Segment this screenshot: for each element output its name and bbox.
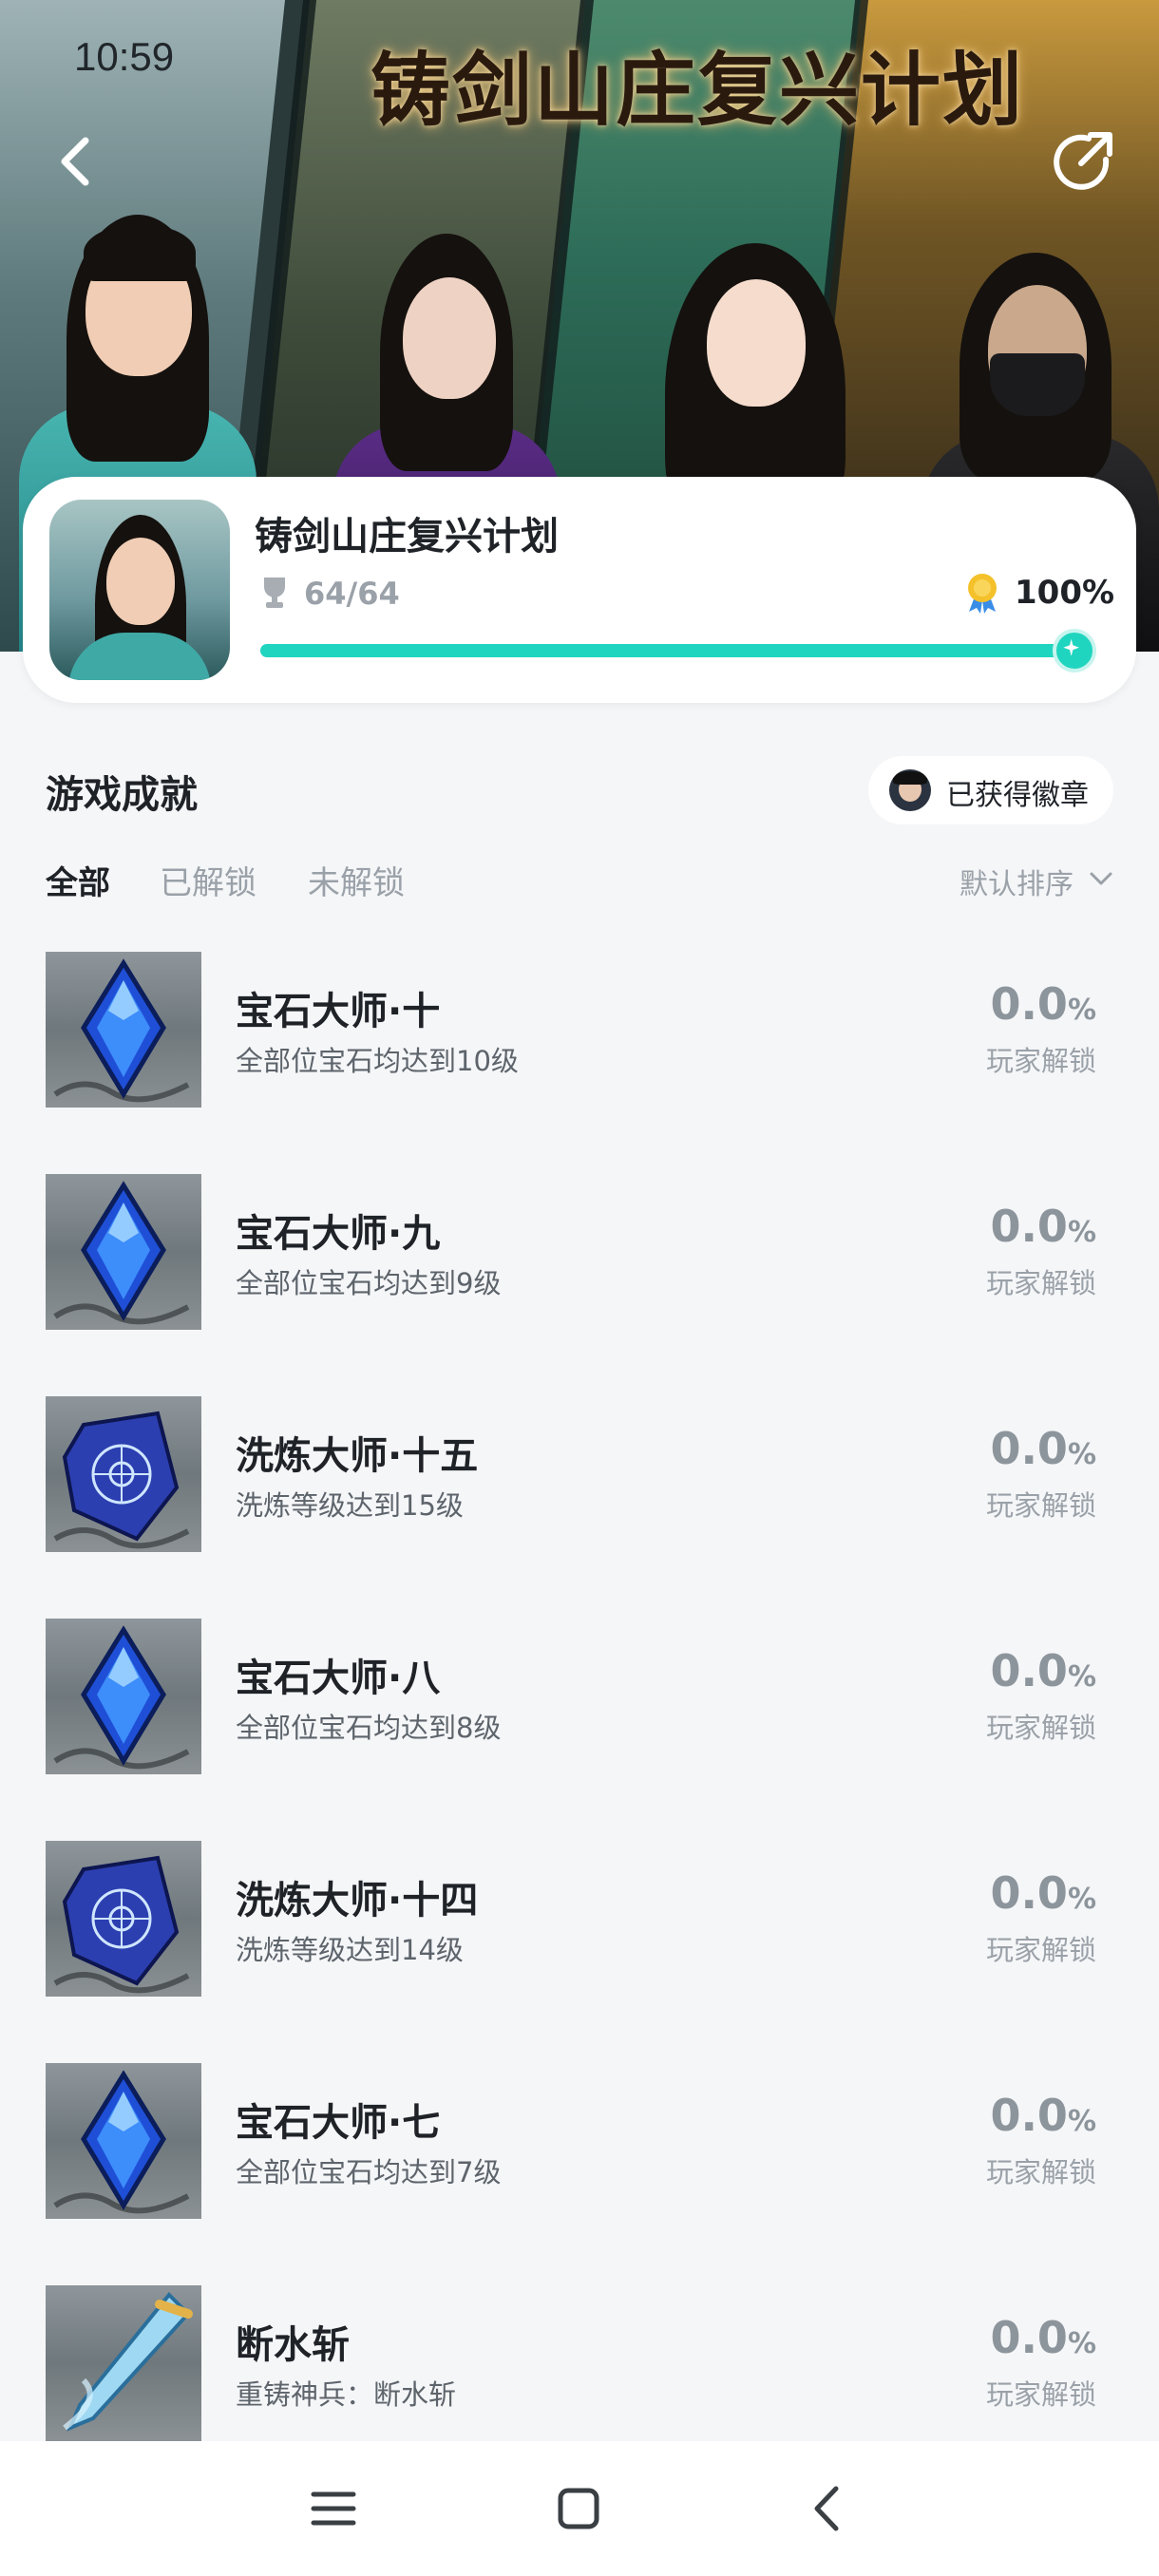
chevron-down-icon[interactable] (1089, 868, 1113, 889)
menu-icon[interactable] (300, 2475, 367, 2542)
unlock-rate: 0.0% (990, 2312, 1096, 2363)
achievement-item[interactable]: 洗炼大师·十五 洗炼等级达到15级 0.0% 玩家解锁 (0, 1396, 1159, 1586)
system-nav-bar (0, 2441, 1159, 2576)
achievement-item[interactable]: 断水斩 重铸神兵：断水斩 0.0% 玩家解锁 (0, 2285, 1159, 2441)
achievement-title: 洗炼大师·十四 (236, 1879, 479, 1923)
unlock-rate: 0.0% (990, 2090, 1096, 2141)
badge-avatar-icon (889, 769, 931, 811)
achievement-desc: 重铸神兵：断水斩 (236, 2378, 457, 2411)
rune-crystal-icon (46, 1841, 201, 1997)
achievement-title: 宝石大师·九 (236, 1212, 441, 1256)
section-title: 游戏成就 (46, 773, 198, 817)
unlock-rate: 0.0% (990, 978, 1096, 1030)
medal-icon (968, 574, 997, 614)
unlock-rate: 0.0% (990, 1645, 1096, 1696)
unlock-rate: 0.0% (990, 1201, 1096, 1252)
earned-badges-label: 已获得徽章 (946, 779, 1089, 812)
achievement-title: 宝石大师·八 (236, 1657, 441, 1700)
gem-icon (46, 1174, 201, 1330)
share-icon[interactable] (1049, 127, 1117, 196)
achievement-desc: 全部位宝石均达到8级 (236, 1712, 502, 1744)
achievement-desc: 全部位宝石均达到7级 (236, 2156, 502, 2188)
back-arrow-icon[interactable] (48, 133, 104, 190)
tab-all[interactable]: 全部 (46, 857, 110, 903)
unlock-rate-label: 玩家解锁 (985, 1934, 1096, 1966)
status-time: 10:59 (74, 34, 175, 79)
achievement-item[interactable]: 宝石大师·十 全部位宝石均达到10级 0.0% 玩家解锁 (0, 952, 1159, 1142)
achievement-item[interactable]: 宝石大师·七 全部位宝石均达到7级 0.0% 玩家解锁 (0, 2063, 1159, 2253)
achievement-desc: 洗炼等级达到15级 (236, 1489, 464, 1522)
achievement-title: 宝石大师·十 (236, 990, 441, 1033)
unlock-rate-label: 玩家解锁 (985, 1267, 1096, 1299)
completion-percent: 100% (1015, 574, 1115, 612)
unlock-rate-label: 玩家解锁 (985, 1045, 1096, 1077)
achievement-item[interactable]: 洗炼大师·十四 洗炼等级达到14级 0.0% 玩家解锁 (0, 1841, 1159, 2031)
game-name: 铸剑山庄复兴计划 (255, 515, 559, 559)
unlock-rate-label: 玩家解锁 (985, 2156, 1096, 2188)
achievement-desc: 全部位宝石均达到10级 (236, 1045, 519, 1077)
unlock-rate-label: 玩家解锁 (985, 1489, 1096, 1522)
gem-icon (46, 952, 201, 1108)
rune-crystal-icon (46, 1396, 201, 1552)
game-summary-card: 铸剑山庄复兴计划 64/64 100% (23, 477, 1136, 703)
achievement-count: 64/64 (304, 576, 400, 612)
achievement-item[interactable]: 宝石大师·九 全部位宝石均达到9级 0.0% 玩家解锁 (0, 1174, 1159, 1364)
sparkle-icon (1053, 629, 1096, 672)
achievement-desc: 全部位宝石均达到9级 (236, 1267, 502, 1299)
home-icon[interactable] (545, 2475, 612, 2542)
achievement-title: 洗炼大师·十五 (236, 1434, 479, 1478)
game-cover-thumbnail (49, 500, 230, 680)
gem-icon (46, 2063, 201, 2219)
sort-dropdown[interactable]: 默认排序 (960, 861, 1074, 902)
unlock-rate-label: 玩家解锁 (985, 2378, 1096, 2411)
progress-fill (260, 644, 1096, 657)
tab-unlocked[interactable]: 已解锁 (160, 857, 256, 903)
achievement-title: 断水斩 (236, 2323, 350, 2367)
earned-badges-button[interactable]: 已获得徽章 (868, 756, 1113, 824)
back-icon[interactable] (794, 2475, 861, 2542)
hero-title: 铸剑山庄复兴计划 (370, 43, 1025, 137)
achievement-item[interactable]: 宝石大师·八 全部位宝石均达到8级 0.0% 玩家解锁 (0, 1619, 1159, 1809)
unlock-rate-label: 玩家解锁 (985, 1712, 1096, 1744)
sword-icon (46, 2285, 201, 2441)
progress-bar (260, 644, 1096, 657)
unlock-rate: 0.0% (990, 1423, 1096, 1474)
achievement-title: 宝石大师·七 (236, 2101, 441, 2145)
achievement-desc: 洗炼等级达到14级 (236, 1934, 464, 1966)
gem-icon (46, 1619, 201, 1774)
trophy-icon (264, 578, 285, 608)
tab-locked[interactable]: 未解锁 (308, 857, 405, 903)
unlock-rate: 0.0% (990, 1867, 1096, 1919)
